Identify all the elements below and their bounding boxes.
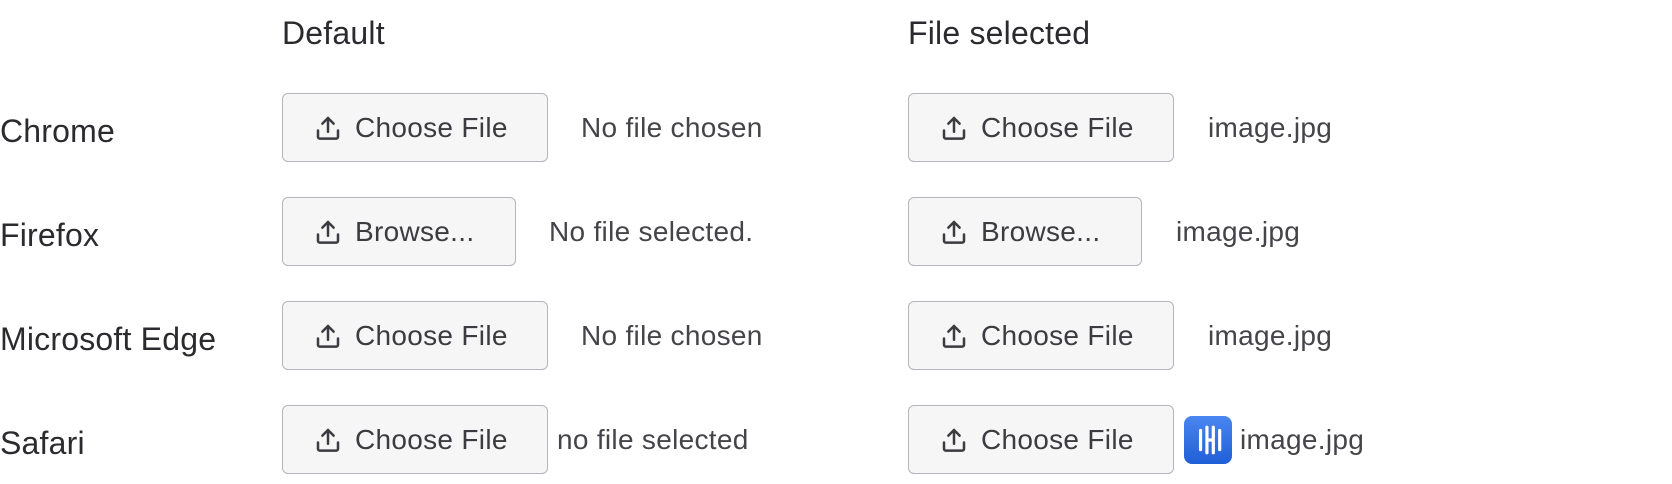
file-input-button-chrome-selected[interactable]: Choose File: [908, 93, 1174, 162]
file-name-firefox-selected: image.jpg: [1176, 216, 1301, 247]
file-input-button-safari-selected[interactable]: Choose File: [908, 405, 1174, 474]
file-input-button-firefox-default[interactable]: Browse...: [282, 197, 516, 266]
button-label: Choose File: [981, 111, 1134, 143]
file-input-button-chrome-default[interactable]: Choose File: [282, 93, 548, 162]
upload-icon: [313, 217, 343, 247]
file-status-firefox-default: No file selected.: [549, 216, 754, 247]
file-status-edge-default: No file chosen: [581, 320, 763, 351]
row-label-firefox: Firefox: [0, 217, 100, 253]
upload-icon: [313, 321, 343, 351]
row-label-chrome: Chrome: [0, 113, 116, 149]
row-label-safari: Safari: [0, 425, 85, 461]
column-header-default: Default: [282, 15, 385, 51]
upload-icon: [939, 217, 969, 247]
upload-icon: [313, 425, 343, 455]
file-status-safari-default: no file selected: [557, 424, 749, 455]
button-label: Choose File: [355, 423, 508, 455]
button-label: Choose File: [355, 319, 508, 351]
button-label: Browse...: [981, 215, 1101, 247]
file-name-chrome-selected: image.jpg: [1208, 112, 1333, 143]
button-label: Browse...: [355, 215, 475, 247]
file-input-button-edge-selected[interactable]: Choose File: [908, 301, 1174, 370]
upload-icon: [939, 425, 969, 455]
file-input-button-safari-default[interactable]: Choose File: [282, 405, 548, 474]
upload-icon: [939, 321, 969, 351]
upload-icon: [313, 113, 343, 143]
row-label-microsoft-edge: Microsoft Edge: [0, 321, 217, 357]
file-name-safari-selected: image.jpg: [1240, 424, 1365, 455]
file-input-button-firefox-selected[interactable]: Browse...: [908, 197, 1142, 266]
button-label: Choose File: [355, 111, 508, 143]
file-input-button-edge-default[interactable]: Choose File: [282, 301, 548, 370]
column-header-file-selected: File selected: [908, 15, 1091, 51]
file-status-chrome-default: No file chosen: [581, 112, 763, 143]
button-label: Choose File: [981, 319, 1134, 351]
upload-icon: [939, 113, 969, 143]
button-label: Choose File: [981, 423, 1134, 455]
file-name-edge-selected: image.jpg: [1208, 320, 1333, 351]
image-file-thumbnail-icon: [1184, 416, 1232, 464]
